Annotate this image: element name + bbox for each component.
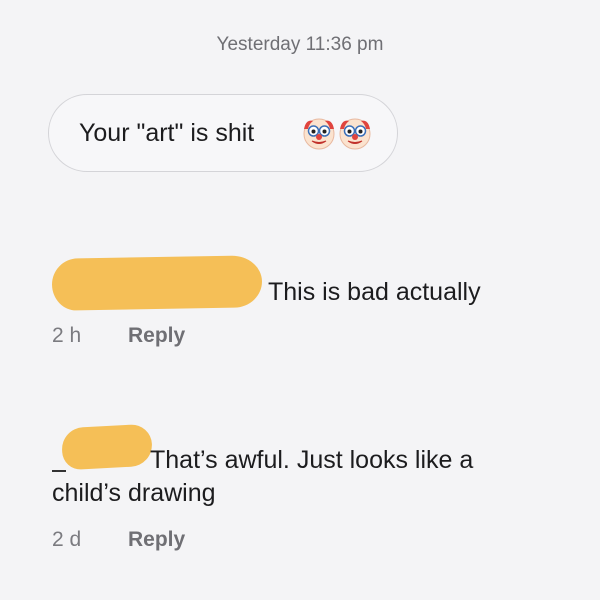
comment-age: 2 h [52,324,82,347]
clown-face-emoji-icon [339,118,371,150]
reply-button[interactable]: Reply [128,528,185,552]
comment-age: 2 d [52,528,82,551]
reply-button[interactable]: Reply [128,324,185,348]
comment-text-continued: child’s drawing [52,479,216,507]
comment-text: This is bad actually [268,278,481,306]
redacted-username [51,255,263,311]
clown-face-emoji-icon [303,118,335,150]
message-timestamp: Yesterday 11:36 pm [216,34,384,55]
message-text: Your "art" is shit [79,119,255,147]
comment-text: That’s awful. Just looks like a [150,446,474,474]
message-bubble[interactable]: Your "art" is shit [48,94,398,172]
redacted-username [60,423,154,471]
username-fragment [52,470,66,472]
